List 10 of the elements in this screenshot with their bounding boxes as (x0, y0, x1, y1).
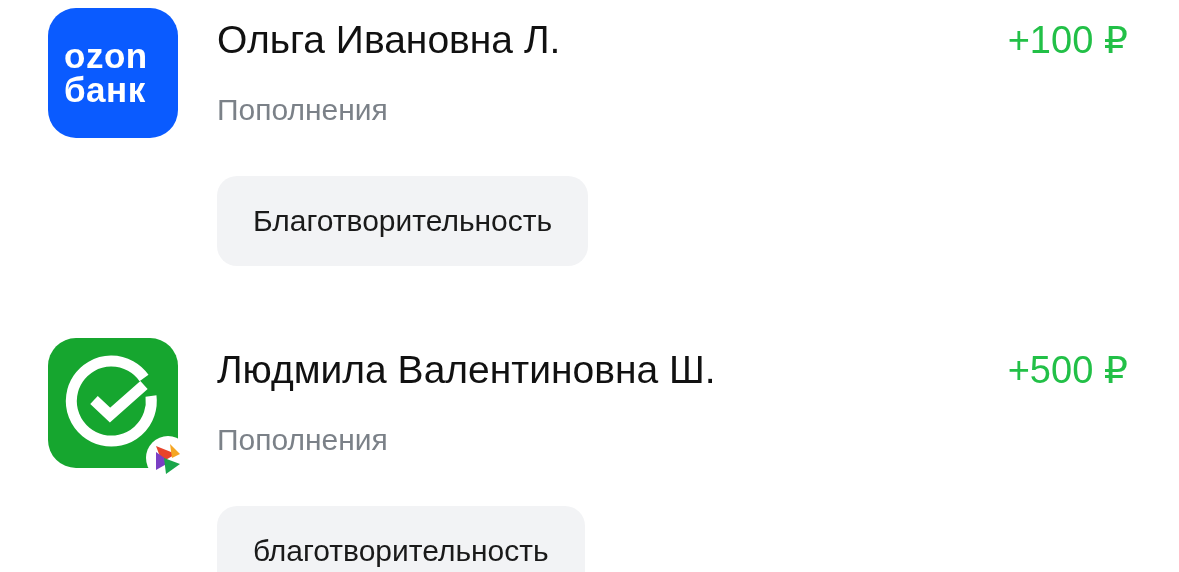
sender-name: Ольга Ивановна Л. (217, 18, 561, 62)
tag-chip[interactable]: Благотворительность (217, 176, 589, 266)
amount: +500 ₽ (1007, 348, 1128, 392)
tag-chip[interactable]: благотворительность (217, 506, 585, 572)
category-label: Пополнения (217, 92, 388, 128)
bank-logo-icon (48, 338, 178, 468)
sender-name: Людмила Валентиновна Ш. (217, 348, 716, 392)
amount: +100 ₽ (1007, 18, 1128, 62)
category-label: Пополнения (217, 422, 388, 458)
bank-logo-icon: ozon банк (48, 8, 178, 138)
